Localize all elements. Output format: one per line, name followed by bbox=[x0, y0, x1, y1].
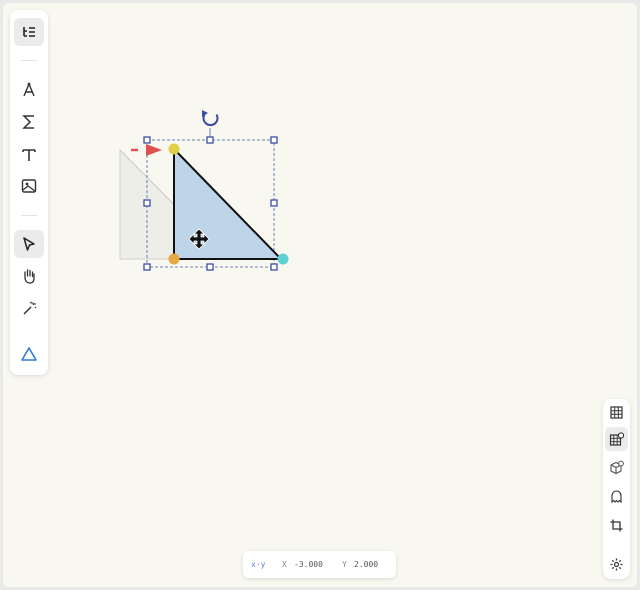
algebra-view-icon bbox=[23, 27, 35, 37]
resize-handle-ne[interactable] bbox=[270, 136, 278, 144]
magic-wand-button[interactable] bbox=[14, 294, 44, 322]
resize-handle-nw[interactable] bbox=[143, 136, 151, 144]
ghost-icon bbox=[611, 489, 622, 503]
3d-view-button[interactable] bbox=[605, 455, 628, 479]
compass-tool-button[interactable] bbox=[14, 76, 44, 104]
x-label: X bbox=[282, 560, 287, 569]
select-tool-button[interactable] bbox=[14, 230, 44, 258]
text-tool-icon bbox=[22, 149, 36, 161]
algebra-view-button[interactable] bbox=[14, 18, 44, 46]
text-tool-button[interactable] bbox=[14, 141, 44, 169]
resize-handle-sw[interactable] bbox=[143, 263, 151, 271]
grid-settings-icon bbox=[609, 431, 624, 446]
image-icon bbox=[21, 179, 37, 193]
toolbar-divider bbox=[21, 60, 37, 61]
move-direction-arrow bbox=[131, 144, 162, 156]
vertex-right[interactable] bbox=[277, 253, 289, 265]
crop-icon bbox=[610, 519, 623, 531]
vertex-bottom-left[interactable] bbox=[168, 253, 180, 265]
resize-handle-se[interactable] bbox=[270, 263, 278, 271]
sigma-icon bbox=[22, 115, 34, 129]
ghost-mode-button[interactable] bbox=[605, 484, 628, 508]
pan-tool-button[interactable] bbox=[14, 262, 44, 290]
coordinate-readout: x·y X -3.000 Y 2.000 bbox=[243, 551, 396, 578]
y-value: 2.000 bbox=[354, 560, 379, 569]
toolbar-divider bbox=[21, 215, 37, 216]
crop-button[interactable] bbox=[605, 513, 628, 537]
compass-icon bbox=[23, 82, 35, 97]
left-toolbar bbox=[10, 10, 48, 375]
coord-mode-label[interactable]: x·y bbox=[251, 560, 265, 569]
image-tool-button[interactable] bbox=[14, 172, 44, 200]
grid-icon bbox=[610, 405, 623, 419]
right-toolbar bbox=[603, 399, 630, 579]
grid-toggle-button[interactable] bbox=[605, 400, 628, 424]
vertex-top[interactable] bbox=[168, 143, 180, 155]
y-label: Y bbox=[342, 560, 347, 569]
x-value: -3.000 bbox=[294, 560, 323, 569]
resize-handle-e[interactable] bbox=[270, 199, 278, 207]
triangle-shape[interactable] bbox=[173, 146, 284, 260]
canvas-scene bbox=[119, 110, 289, 271]
sigma-tool-button[interactable] bbox=[14, 108, 44, 136]
triangle-shape-button[interactable] bbox=[14, 340, 44, 368]
resize-handle-s[interactable] bbox=[206, 263, 214, 271]
magic-wand-icon bbox=[23, 301, 37, 315]
select-arrow-icon bbox=[23, 237, 35, 251]
triangle-shape-icon bbox=[21, 347, 37, 361]
settings-gear-icon bbox=[610, 558, 623, 570]
cube-icon bbox=[610, 460, 624, 474]
hand-pan-icon bbox=[24, 269, 35, 284]
resize-handle-w[interactable] bbox=[143, 199, 151, 207]
resize-handle-n[interactable] bbox=[206, 136, 214, 144]
grid-settings-button[interactable] bbox=[605, 427, 628, 451]
drawing-canvas[interactable] bbox=[3, 3, 637, 587]
rotate-handle-icon[interactable] bbox=[202, 110, 219, 127]
settings-button[interactable] bbox=[605, 552, 628, 576]
